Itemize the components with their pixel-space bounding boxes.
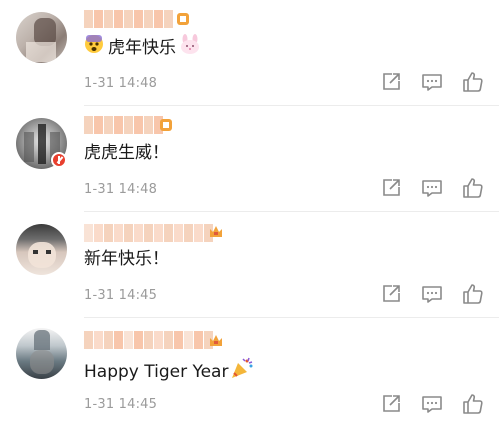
comment-item: 虎虎生威！ 1-31 14:48 [0, 106, 499, 212]
comment-icon[interactable] [420, 176, 444, 200]
comment-item: 新年快乐！ 1-31 14:45 [0, 212, 499, 318]
share-icon[interactable] [379, 70, 403, 94]
verified-badge-icon [51, 152, 67, 168]
avatar[interactable] [16, 328, 67, 379]
share-icon[interactable] [379, 392, 403, 416]
username-blurred[interactable] [84, 116, 163, 134]
username-blurred[interactable] [84, 10, 173, 28]
thumbs-up-icon[interactable] [461, 70, 485, 94]
party-popper-emoji [229, 356, 255, 388]
level-badge-icon [175, 11, 191, 27]
rabbit-face-emoji [178, 34, 202, 62]
comment-icon[interactable] [420, 282, 444, 306]
comment-time: 1-31 14:48 [84, 182, 158, 197]
level-badge-icon [208, 223, 224, 239]
comment-text: 新年快乐！ [84, 249, 169, 269]
comment-time: 1-31 14:45 [84, 288, 158, 303]
comment-time: 1-31 14:45 [84, 397, 158, 412]
comment-icon[interactable] [420, 392, 444, 416]
username-blurred[interactable] [84, 331, 213, 349]
comment-item: Happy Tiger Year 1-31 14:45 [0, 318, 499, 424]
comment-text: 虎年快乐 [108, 38, 176, 58]
comment-content: 新年快乐！ [84, 246, 169, 272]
thumbs-up-icon[interactable] [461, 282, 485, 306]
comment-content: 虎年快乐 [84, 34, 202, 62]
comment-content: 虎虎生威！ [84, 140, 169, 166]
comment-content: Happy Tiger Year [84, 356, 255, 388]
avatar[interactable] [16, 12, 67, 63]
comment-item: 虎年快乐 1-31 14:48 [0, 0, 499, 106]
fearful-face-emoji [84, 34, 104, 62]
comment-icon[interactable] [420, 70, 444, 94]
share-icon[interactable] [379, 176, 403, 200]
avatar[interactable] [16, 224, 67, 275]
thumbs-up-icon[interactable] [461, 176, 485, 200]
comment-time: 1-31 14:48 [84, 76, 158, 91]
level-badge-icon [158, 117, 174, 133]
thumbs-up-icon[interactable] [461, 392, 485, 416]
share-icon[interactable] [379, 282, 403, 306]
comment-text: 虎虎生威！ [84, 143, 169, 163]
comment-text: Happy Tiger Year [84, 362, 229, 382]
level-badge-icon [208, 332, 224, 348]
username-blurred[interactable] [84, 224, 213, 242]
